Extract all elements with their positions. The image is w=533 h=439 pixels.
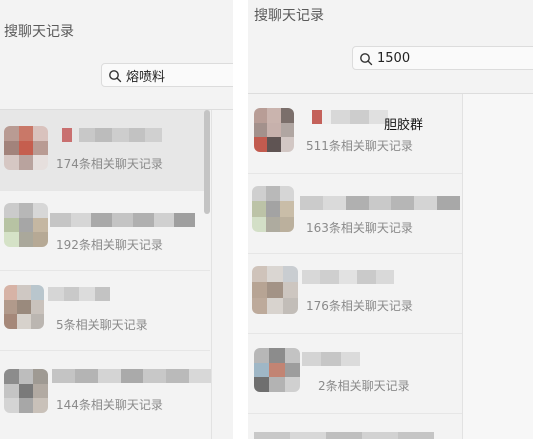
chat-name-blurred — [312, 110, 388, 124]
scrollbar-thumb[interactable] — [204, 110, 210, 214]
search-input[interactable] — [377, 47, 517, 69]
chat-name-blurred — [52, 369, 213, 383]
chat-name-blurred — [302, 352, 360, 366]
list-item[interactable]: 2条相关聊天记录 — [248, 334, 462, 414]
search-input[interactable] — [126, 64, 233, 86]
chat-name-blurred — [254, 432, 434, 439]
search-box[interactable] — [352, 46, 533, 70]
match-count: 2条相关聊天记录 — [318, 379, 410, 393]
chat-detail-pane — [463, 94, 533, 439]
match-count: 192条相关聊天记录 — [56, 238, 163, 252]
avatar — [4, 203, 48, 247]
avatar — [4, 369, 48, 413]
avatar — [252, 266, 298, 314]
avatar — [4, 285, 44, 329]
left-search-panel: 搜聊天记录 174条相关聊天记录 192条相关聊天记录 — [0, 0, 233, 439]
panel-title: 搜聊天记录 — [4, 24, 74, 40]
avatar — [4, 126, 48, 170]
match-count: 163条相关聊天记录 — [306, 221, 413, 235]
list-item[interactable]: 5条相关聊天记录 — [0, 271, 210, 351]
list-item[interactable] — [248, 414, 462, 439]
list-item[interactable]: 176条相关聊天记录 — [248, 254, 462, 334]
match-count: 176条相关聊天记录 — [306, 299, 413, 313]
avatar — [254, 108, 294, 152]
avatar — [254, 348, 300, 392]
chat-name-blurred — [302, 270, 395, 284]
pane-divider — [211, 110, 212, 439]
search-box[interactable] — [101, 63, 233, 87]
chat-name-blurred — [62, 128, 163, 142]
match-count: 144条相关聊天记录 — [56, 398, 163, 412]
match-count: 174条相关聊天记录 — [56, 157, 163, 171]
list-item[interactable]: 144条相关聊天记录 — [0, 351, 213, 431]
right-search-panel: 搜聊天记录 胆胶群 511条相关聊天记录 163条相关聊天记录 — [248, 0, 533, 439]
list-item[interactable]: 163条相关聊天记录 — [248, 174, 462, 254]
list-item[interactable]: 192条相关聊天记录 — [0, 191, 210, 271]
panel-title: 搜聊天记录 — [254, 8, 324, 24]
match-count: 5条相关聊天记录 — [56, 318, 148, 332]
chat-name-blurred — [50, 213, 196, 227]
match-count: 511条相关聊天记录 — [306, 139, 413, 153]
list-item[interactable]: 胆胶群 511条相关聊天记录 — [248, 94, 462, 174]
search-icon — [109, 70, 122, 83]
search-icon — [360, 53, 373, 66]
chat-name-blurred — [48, 287, 110, 301]
list-item[interactable]: 174条相关聊天记录 — [0, 110, 210, 190]
chat-name-tail: 胆胶群 — [384, 118, 424, 133]
avatar — [252, 186, 294, 232]
chat-name-blurred — [300, 196, 461, 210]
